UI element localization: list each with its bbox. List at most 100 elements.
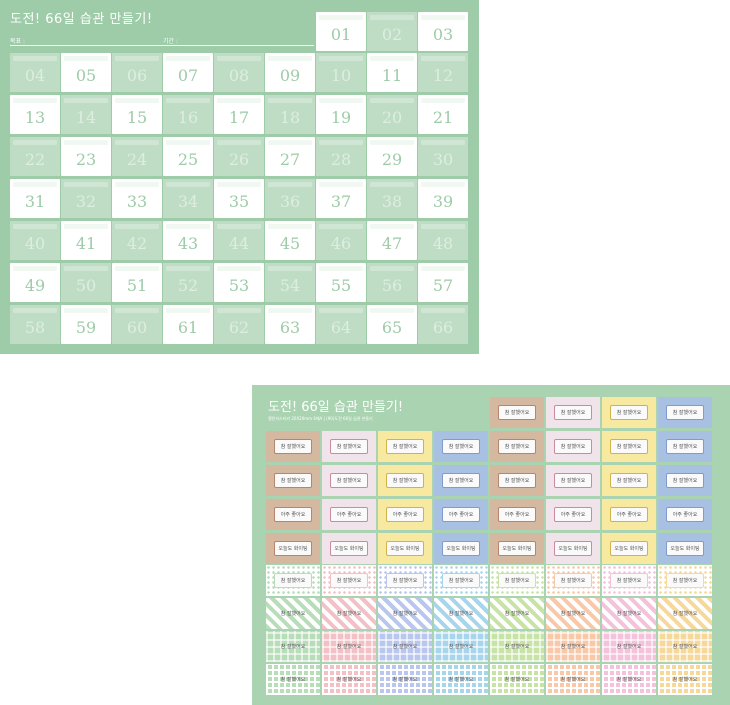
day-cell[interactable]: 50 — [61, 263, 111, 302]
sticker[interactable]: 참 잘했어요 — [490, 397, 544, 428]
day-cell[interactable]: 35 — [214, 179, 264, 218]
day-cell[interactable]: 34 — [163, 179, 213, 218]
sticker[interactable]: 참 잘했어요 — [434, 598, 488, 629]
day-cell[interactable]: 03 — [418, 12, 468, 51]
sticker[interactable]: 오늘도 화이팅 — [602, 533, 656, 564]
sticker[interactable]: 참 잘했어요 — [434, 565, 488, 596]
day-cell[interactable]: 55 — [316, 263, 366, 302]
day-cell[interactable]: 32 — [61, 179, 111, 218]
sticker[interactable]: 참 잘했어요 — [322, 664, 376, 695]
day-cell[interactable]: 45 — [265, 221, 315, 260]
day-cell[interactable]: 59 — [61, 305, 111, 344]
day-cell[interactable]: 33 — [112, 179, 162, 218]
day-cell[interactable]: 37 — [316, 179, 366, 218]
day-cell[interactable]: 41 — [61, 221, 111, 260]
sticker[interactable]: 참 잘했어요 — [434, 465, 488, 496]
day-cell[interactable]: 05 — [61, 53, 111, 92]
day-cell[interactable]: 18 — [265, 95, 315, 134]
day-cell[interactable]: 62 — [214, 305, 264, 344]
day-cell[interactable]: 52 — [163, 263, 213, 302]
sticker[interactable]: 참 잘했어요 — [658, 598, 712, 629]
sticker[interactable]: 참 잘했어요 — [434, 631, 488, 662]
sticker[interactable]: 참 잘했어요 — [490, 465, 544, 496]
sticker[interactable]: 참 잘했어요 — [602, 397, 656, 428]
day-cell[interactable]: 61 — [163, 305, 213, 344]
sticker[interactable]: 아주 좋아요 — [434, 499, 488, 530]
sticker[interactable]: 참 잘했어요 — [266, 565, 320, 596]
sticker[interactable]: 참 잘했어요 — [378, 664, 432, 695]
sticker[interactable]: 참 잘했어요 — [546, 598, 600, 629]
day-cell[interactable]: 44 — [214, 221, 264, 260]
day-cell[interactable]: 20 — [367, 95, 417, 134]
day-cell[interactable]: 19 — [316, 95, 366, 134]
day-cell[interactable]: 02 — [367, 12, 417, 51]
sticker[interactable]: 아주 좋아요 — [658, 499, 712, 530]
sticker[interactable]: 참 잘했어요 — [546, 664, 600, 695]
sticker[interactable]: 참 잘했어요 — [546, 397, 600, 428]
sticker[interactable]: 참 잘했어요 — [658, 397, 712, 428]
sticker[interactable]: 참 잘했어요 — [490, 431, 544, 462]
sticker[interactable]: 참 잘했어요 — [602, 431, 656, 462]
sticker[interactable]: 참 잘했어요 — [490, 631, 544, 662]
sticker[interactable]: 참 잘했어요 — [658, 465, 712, 496]
sticker[interactable]: 아주 좋아요 — [490, 499, 544, 530]
day-cell[interactable]: 49 — [10, 263, 60, 302]
sticker[interactable]: 참 잘했어요 — [378, 565, 432, 596]
sticker[interactable]: 참 잘했어요 — [322, 598, 376, 629]
day-cell[interactable]: 28 — [316, 137, 366, 176]
sticker[interactable]: 오늘도 화이팅 — [434, 533, 488, 564]
sticker[interactable]: 참 잘했어요 — [266, 431, 320, 462]
day-cell[interactable]: 51 — [112, 263, 162, 302]
sticker[interactable]: 오늘도 화이팅 — [490, 533, 544, 564]
sticker[interactable]: 참 잘했어요 — [322, 465, 376, 496]
sticker[interactable]: 오늘도 화이팅 — [266, 533, 320, 564]
sticker[interactable]: 참 잘했어요 — [546, 431, 600, 462]
sticker[interactable]: 참 잘했어요 — [546, 465, 600, 496]
day-cell[interactable]: 08 — [214, 53, 264, 92]
day-cell[interactable]: 58 — [10, 305, 60, 344]
day-cell[interactable]: 25 — [163, 137, 213, 176]
day-cell[interactable]: 48 — [418, 221, 468, 260]
day-cell[interactable]: 29 — [367, 137, 417, 176]
day-cell[interactable]: 22 — [10, 137, 60, 176]
sticker[interactable]: 참 잘했어요 — [378, 631, 432, 662]
sticker[interactable]: 참 잘했어요 — [322, 631, 376, 662]
sticker[interactable]: 참 잘했어요 — [490, 664, 544, 695]
sticker[interactable]: 참 잘했어요 — [322, 431, 376, 462]
day-cell[interactable]: 17 — [214, 95, 264, 134]
day-cell[interactable]: 21 — [418, 95, 468, 134]
sticker[interactable]: 참 잘했어요 — [658, 631, 712, 662]
day-cell[interactable]: 15 — [112, 95, 162, 134]
day-cell[interactable]: 64 — [316, 305, 366, 344]
day-cell[interactable]: 23 — [61, 137, 111, 176]
day-cell[interactable]: 38 — [367, 179, 417, 218]
sticker[interactable]: 오늘도 화이팅 — [322, 533, 376, 564]
day-cell[interactable]: 16 — [163, 95, 213, 134]
day-cell[interactable]: 14 — [61, 95, 111, 134]
day-cell[interactable]: 01 — [316, 12, 366, 51]
sticker[interactable]: 참 잘했어요 — [490, 565, 544, 596]
day-cell[interactable]: 65 — [367, 305, 417, 344]
sticker[interactable]: 참 잘했어요 — [658, 565, 712, 596]
sticker[interactable]: 오늘도 화이팅 — [546, 533, 600, 564]
sticker[interactable]: 아주 좋아요 — [602, 499, 656, 530]
sticker[interactable]: 아주 좋아요 — [546, 499, 600, 530]
day-cell[interactable]: 11 — [367, 53, 417, 92]
sticker[interactable]: 참 잘했어요 — [434, 431, 488, 462]
day-cell[interactable]: 04 — [10, 53, 60, 92]
day-cell[interactable]: 47 — [367, 221, 417, 260]
day-cell[interactable]: 63 — [265, 305, 315, 344]
day-cell[interactable]: 09 — [265, 53, 315, 92]
day-cell[interactable]: 53 — [214, 263, 264, 302]
day-cell[interactable]: 39 — [418, 179, 468, 218]
day-cell[interactable]: 60 — [112, 305, 162, 344]
day-cell[interactable]: 46 — [316, 221, 366, 260]
sticker[interactable]: 참 잘했어요 — [546, 631, 600, 662]
day-cell[interactable]: 54 — [265, 263, 315, 302]
sticker[interactable]: 참 잘했어요 — [602, 565, 656, 596]
day-cell[interactable]: 10 — [316, 53, 366, 92]
day-cell[interactable]: 13 — [10, 95, 60, 134]
sticker[interactable]: 참 잘했어요 — [266, 465, 320, 496]
sticker[interactable]: 참 잘했어요 — [602, 631, 656, 662]
sticker[interactable]: 참 잘했어요 — [602, 465, 656, 496]
